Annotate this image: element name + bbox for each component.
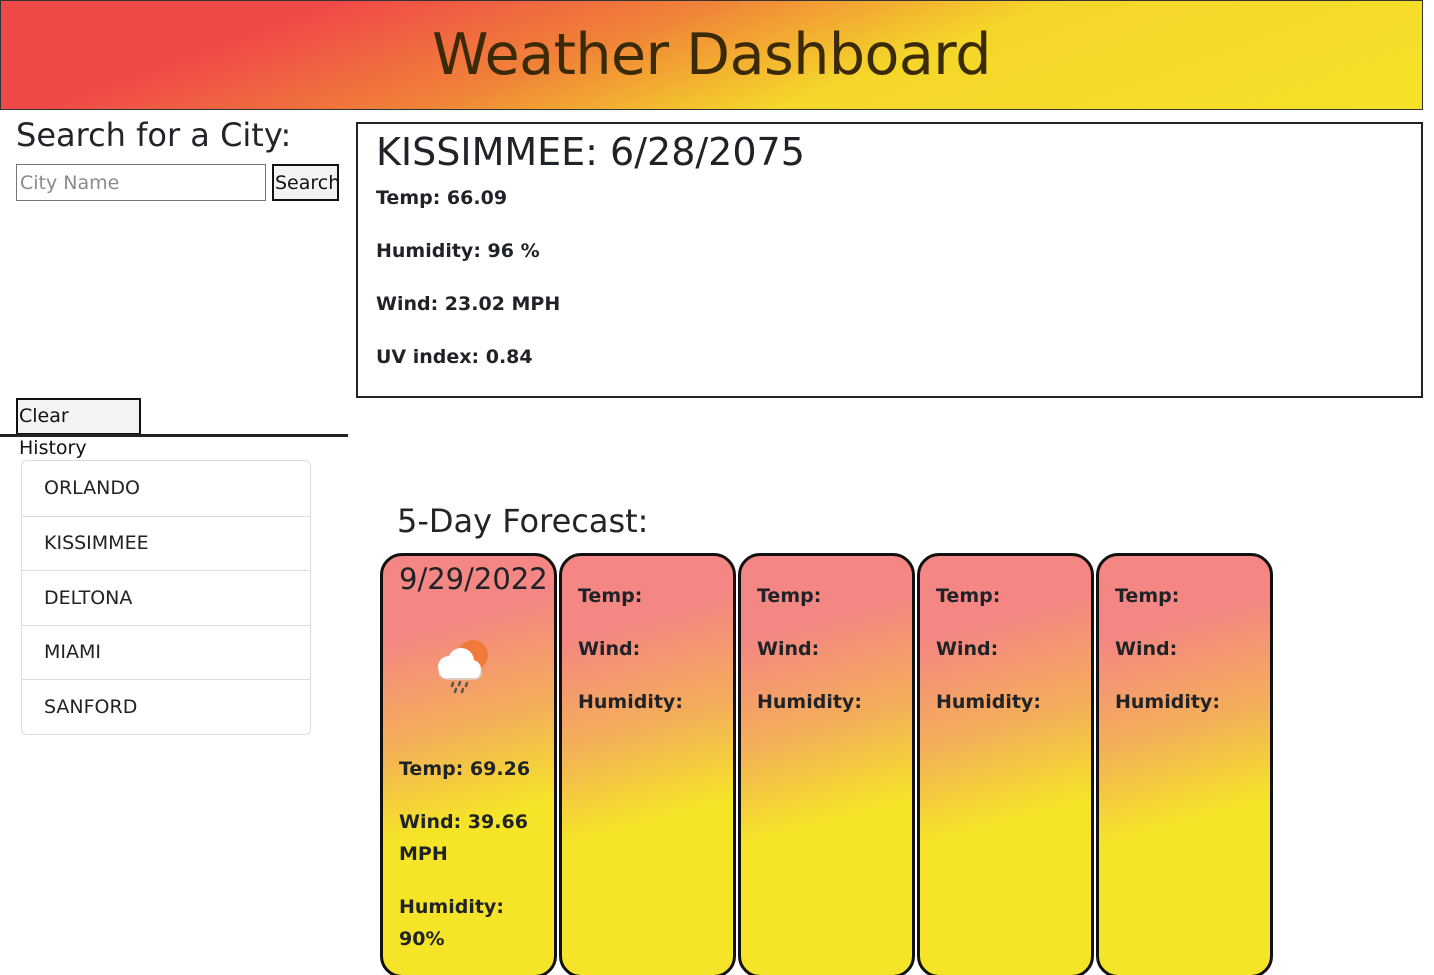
forecast-wind: Wind: xyxy=(757,638,820,660)
forecast-wind: Wind: xyxy=(1115,638,1178,660)
forecast-wind: Wind: 39.66 xyxy=(399,811,528,833)
search-history-list: ORLANDO KISSIMMEE DELTONA MIAMI SANFORD xyxy=(21,460,311,735)
forecast-temp: Temp: xyxy=(578,585,643,607)
search-heading: Search for a City: xyxy=(16,116,292,154)
forecast-card-2: Temp: Wind: Humidity: xyxy=(559,553,736,975)
forecast-humidity: Humidity: xyxy=(578,691,683,713)
city-search-input[interactable] xyxy=(16,164,266,201)
history-item-kissimmee[interactable]: KISSIMMEE xyxy=(22,515,310,571)
history-item-miami[interactable]: MIAMI xyxy=(22,624,310,680)
forecast-temp: Temp: xyxy=(936,585,1001,607)
forecast-date: 9/29/2022 xyxy=(399,562,548,596)
forecast-temp: Temp: 69.26 xyxy=(399,758,531,780)
page-title: Weather Dashboard xyxy=(432,22,991,88)
forecast-wind-unit: MPH xyxy=(399,843,448,865)
history-item-orlando[interactable]: ORLANDO xyxy=(22,461,310,516)
forecast-wind: Wind: xyxy=(578,638,641,660)
rain-cloud-sun-icon xyxy=(438,640,488,694)
sidebar-divider xyxy=(0,434,348,437)
forecast-card-1: 9/29/2022 Temp: 69.26 Wind: 39.66 MPH Hu… xyxy=(380,553,557,975)
history-item-deltona[interactable]: DELTONA xyxy=(22,570,310,625)
current-city-date: KISSIMMEE: 6/28/2075 xyxy=(376,130,805,174)
clear-history-button[interactable]: Clear History xyxy=(16,398,141,459)
forecast-humidity: Humidity: xyxy=(399,896,504,918)
forecast-wind: Wind: xyxy=(936,638,999,660)
forecast-humidity-value: 90% xyxy=(399,928,445,950)
forecast-humidity: Humidity: xyxy=(1115,691,1220,713)
current-temp: Temp: 66.09 xyxy=(376,187,508,209)
forecast-card-3: Temp: Wind: Humidity: xyxy=(738,553,915,975)
current-uv-index: UV index: 0.84 xyxy=(376,346,533,368)
current-humidity: Humidity: 96 % xyxy=(376,240,540,262)
forecast-heading: 5-Day Forecast: xyxy=(397,502,649,540)
forecast-humidity: Humidity: xyxy=(757,691,862,713)
history-item-sanford[interactable]: SANFORD xyxy=(22,679,310,734)
forecast-humidity: Humidity: xyxy=(936,691,1041,713)
current-wind: Wind: 23.02 MPH xyxy=(376,293,561,315)
current-weather-panel: KISSIMMEE: 6/28/2075 Temp: 66.09 Humidit… xyxy=(356,122,1423,398)
search-button[interactable]: Search xyxy=(272,164,340,201)
forecast-card-5: Temp: Wind: Humidity: xyxy=(1096,553,1273,975)
forecast-temp: Temp: xyxy=(1115,585,1180,607)
forecast-temp: Temp: xyxy=(757,585,822,607)
forecast-card-4: Temp: Wind: Humidity: xyxy=(917,553,1094,975)
page-header: Weather Dashboard xyxy=(0,0,1423,110)
